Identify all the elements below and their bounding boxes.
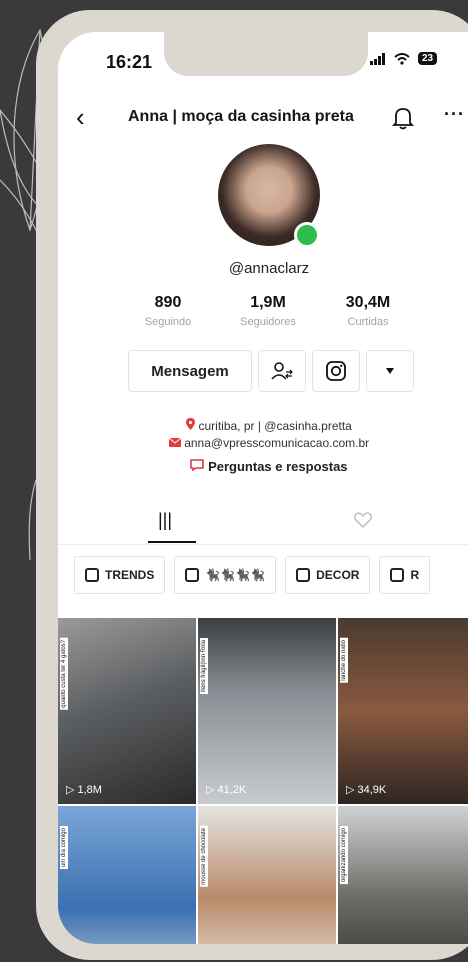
instagram-icon	[326, 361, 346, 381]
video-caption: um dia comigo	[60, 826, 68, 870]
video-thumbnail[interactable]: lanche do natio ▷ 34,9K	[338, 618, 468, 804]
play-icon: ▷	[346, 784, 355, 796]
video-caption: quanto custa ter 4 gatos?	[60, 638, 68, 710]
online-status-dot	[294, 222, 320, 248]
video-thumbnail[interactable]: quanto custa ter 4 gatos? ▷ 1,8M	[58, 618, 196, 804]
speech-bubble-icon	[190, 459, 205, 472]
envelope-icon	[168, 437, 182, 447]
user-arrows-icon	[271, 362, 293, 380]
stat-label: Seguidores	[240, 316, 296, 328]
video-thumbnail[interactable]: itens frágil(rnn Rola ▷ 41,2K	[198, 618, 336, 804]
playlist-decor[interactable]: DECOR	[285, 556, 371, 594]
stat-value: 1,9M	[250, 294, 286, 311]
signal-icon	[370, 52, 385, 65]
play-icon: ▷	[66, 784, 75, 796]
video-caption: itens frágil(rnn Rola	[200, 638, 208, 695]
stat-likes[interactable]: 30,4M Curtidas	[318, 294, 418, 328]
playlist-icon	[185, 568, 200, 582]
video-thumbnail[interactable]: um dia comigo	[58, 806, 196, 944]
caret-down-icon	[386, 368, 394, 374]
video-grid: quanto custa ter 4 gatos? ▷ 1,8M itens fr…	[58, 618, 468, 944]
playlist-row: TRENDS 🐈‍⬛🐈‍⬛🐈‍⬛🐈‍⬛ DECOR R	[74, 556, 431, 594]
view-count: ▷ 34,9K	[346, 783, 387, 797]
page-title: Anna | moça da casinha preta	[128, 108, 354, 125]
stat-label: Curtidas	[347, 316, 389, 328]
location-pin-icon	[186, 418, 196, 430]
view-count-value: 41,2K	[217, 783, 247, 796]
playlist-partial[interactable]: R	[379, 556, 431, 594]
tab-videos-grid-icon[interactable]: |||	[158, 510, 172, 531]
back-icon[interactable]: ‹	[76, 102, 85, 133]
video-caption: organizando comigo	[340, 826, 348, 885]
playlist-cats[interactable]: 🐈‍⬛🐈‍⬛🐈‍⬛🐈‍⬛	[174, 556, 277, 594]
active-tab-indicator	[148, 541, 196, 543]
stat-followers[interactable]: 1,9M Seguidores	[218, 294, 318, 328]
more-options-icon[interactable]: ···	[444, 104, 465, 125]
stat-following[interactable]: 890 Seguindo	[118, 294, 218, 328]
bio-location: curitiba, pr | @casinha.pretta	[58, 418, 468, 433]
profile-topbar: ‹ Anna | moça da casinha preta ···	[58, 100, 468, 140]
stat-value: 890	[154, 294, 182, 311]
phone-screen: 16:21 23 ‹ Anna | moça da casinha preta …	[58, 32, 468, 944]
video-thumbnail[interactable]: mousse de chocolate	[198, 806, 336, 944]
video-caption: mousse de chocolate	[200, 826, 208, 887]
playlist-trends[interactable]: TRENDS	[74, 556, 166, 594]
play-icon: ▷	[206, 784, 215, 796]
status-time: 16:21	[106, 52, 153, 72]
playlist-icon	[390, 568, 405, 582]
bell-icon[interactable]	[392, 106, 414, 130]
view-count: ▷ 1,8M	[66, 783, 102, 797]
video-caption: lanche do natio	[340, 638, 348, 683]
bio-line-2: anna@vpresscomunicacao.com.br	[184, 436, 370, 450]
username: @annaclarz	[228, 260, 310, 277]
qa-link[interactable]: Perguntas e respostas	[58, 459, 468, 474]
video-thumbnail[interactable]: organizando comigo	[338, 806, 468, 944]
tab-liked-heart-icon[interactable]	[354, 512, 372, 528]
stat-label: Seguindo	[144, 316, 192, 328]
bio-email: anna@vpresscomunicacao.com.br	[58, 436, 468, 450]
follow-suggestions-button[interactable]	[258, 350, 306, 392]
dropdown-button[interactable]	[366, 350, 414, 392]
playlist-icon	[296, 568, 311, 582]
view-count-value: 34,9K	[357, 783, 387, 796]
status-icons: 23	[370, 52, 438, 65]
playlist-label: R	[410, 568, 420, 582]
playlist-label: TRENDS	[105, 568, 155, 582]
message-button[interactable]: Mensagem	[128, 350, 252, 392]
playlist-label: DECOR	[316, 568, 360, 582]
profile-stats: 890 Seguindo 1,9M Seguidores 30,4M Curti…	[118, 294, 418, 328]
view-count: ▷ 41,2K	[206, 783, 247, 797]
bio-line-1: curitiba, pr | @casinha.pretta	[198, 419, 352, 433]
stat-value: 30,4M	[345, 294, 391, 311]
instagram-button[interactable]	[312, 350, 360, 392]
profile-actions: Mensagem	[128, 350, 414, 392]
qa-label: Perguntas e respostas	[208, 459, 348, 474]
content-tabs: |||	[58, 502, 468, 545]
notch	[164, 32, 368, 76]
battery-icon: 23	[418, 52, 438, 65]
wifi-icon	[394, 52, 410, 65]
playlist-label: 🐈‍⬛🐈‍⬛🐈‍⬛🐈‍⬛	[205, 568, 266, 582]
playlist-icon	[85, 568, 99, 582]
view-count-value: 1,8M	[77, 783, 102, 796]
